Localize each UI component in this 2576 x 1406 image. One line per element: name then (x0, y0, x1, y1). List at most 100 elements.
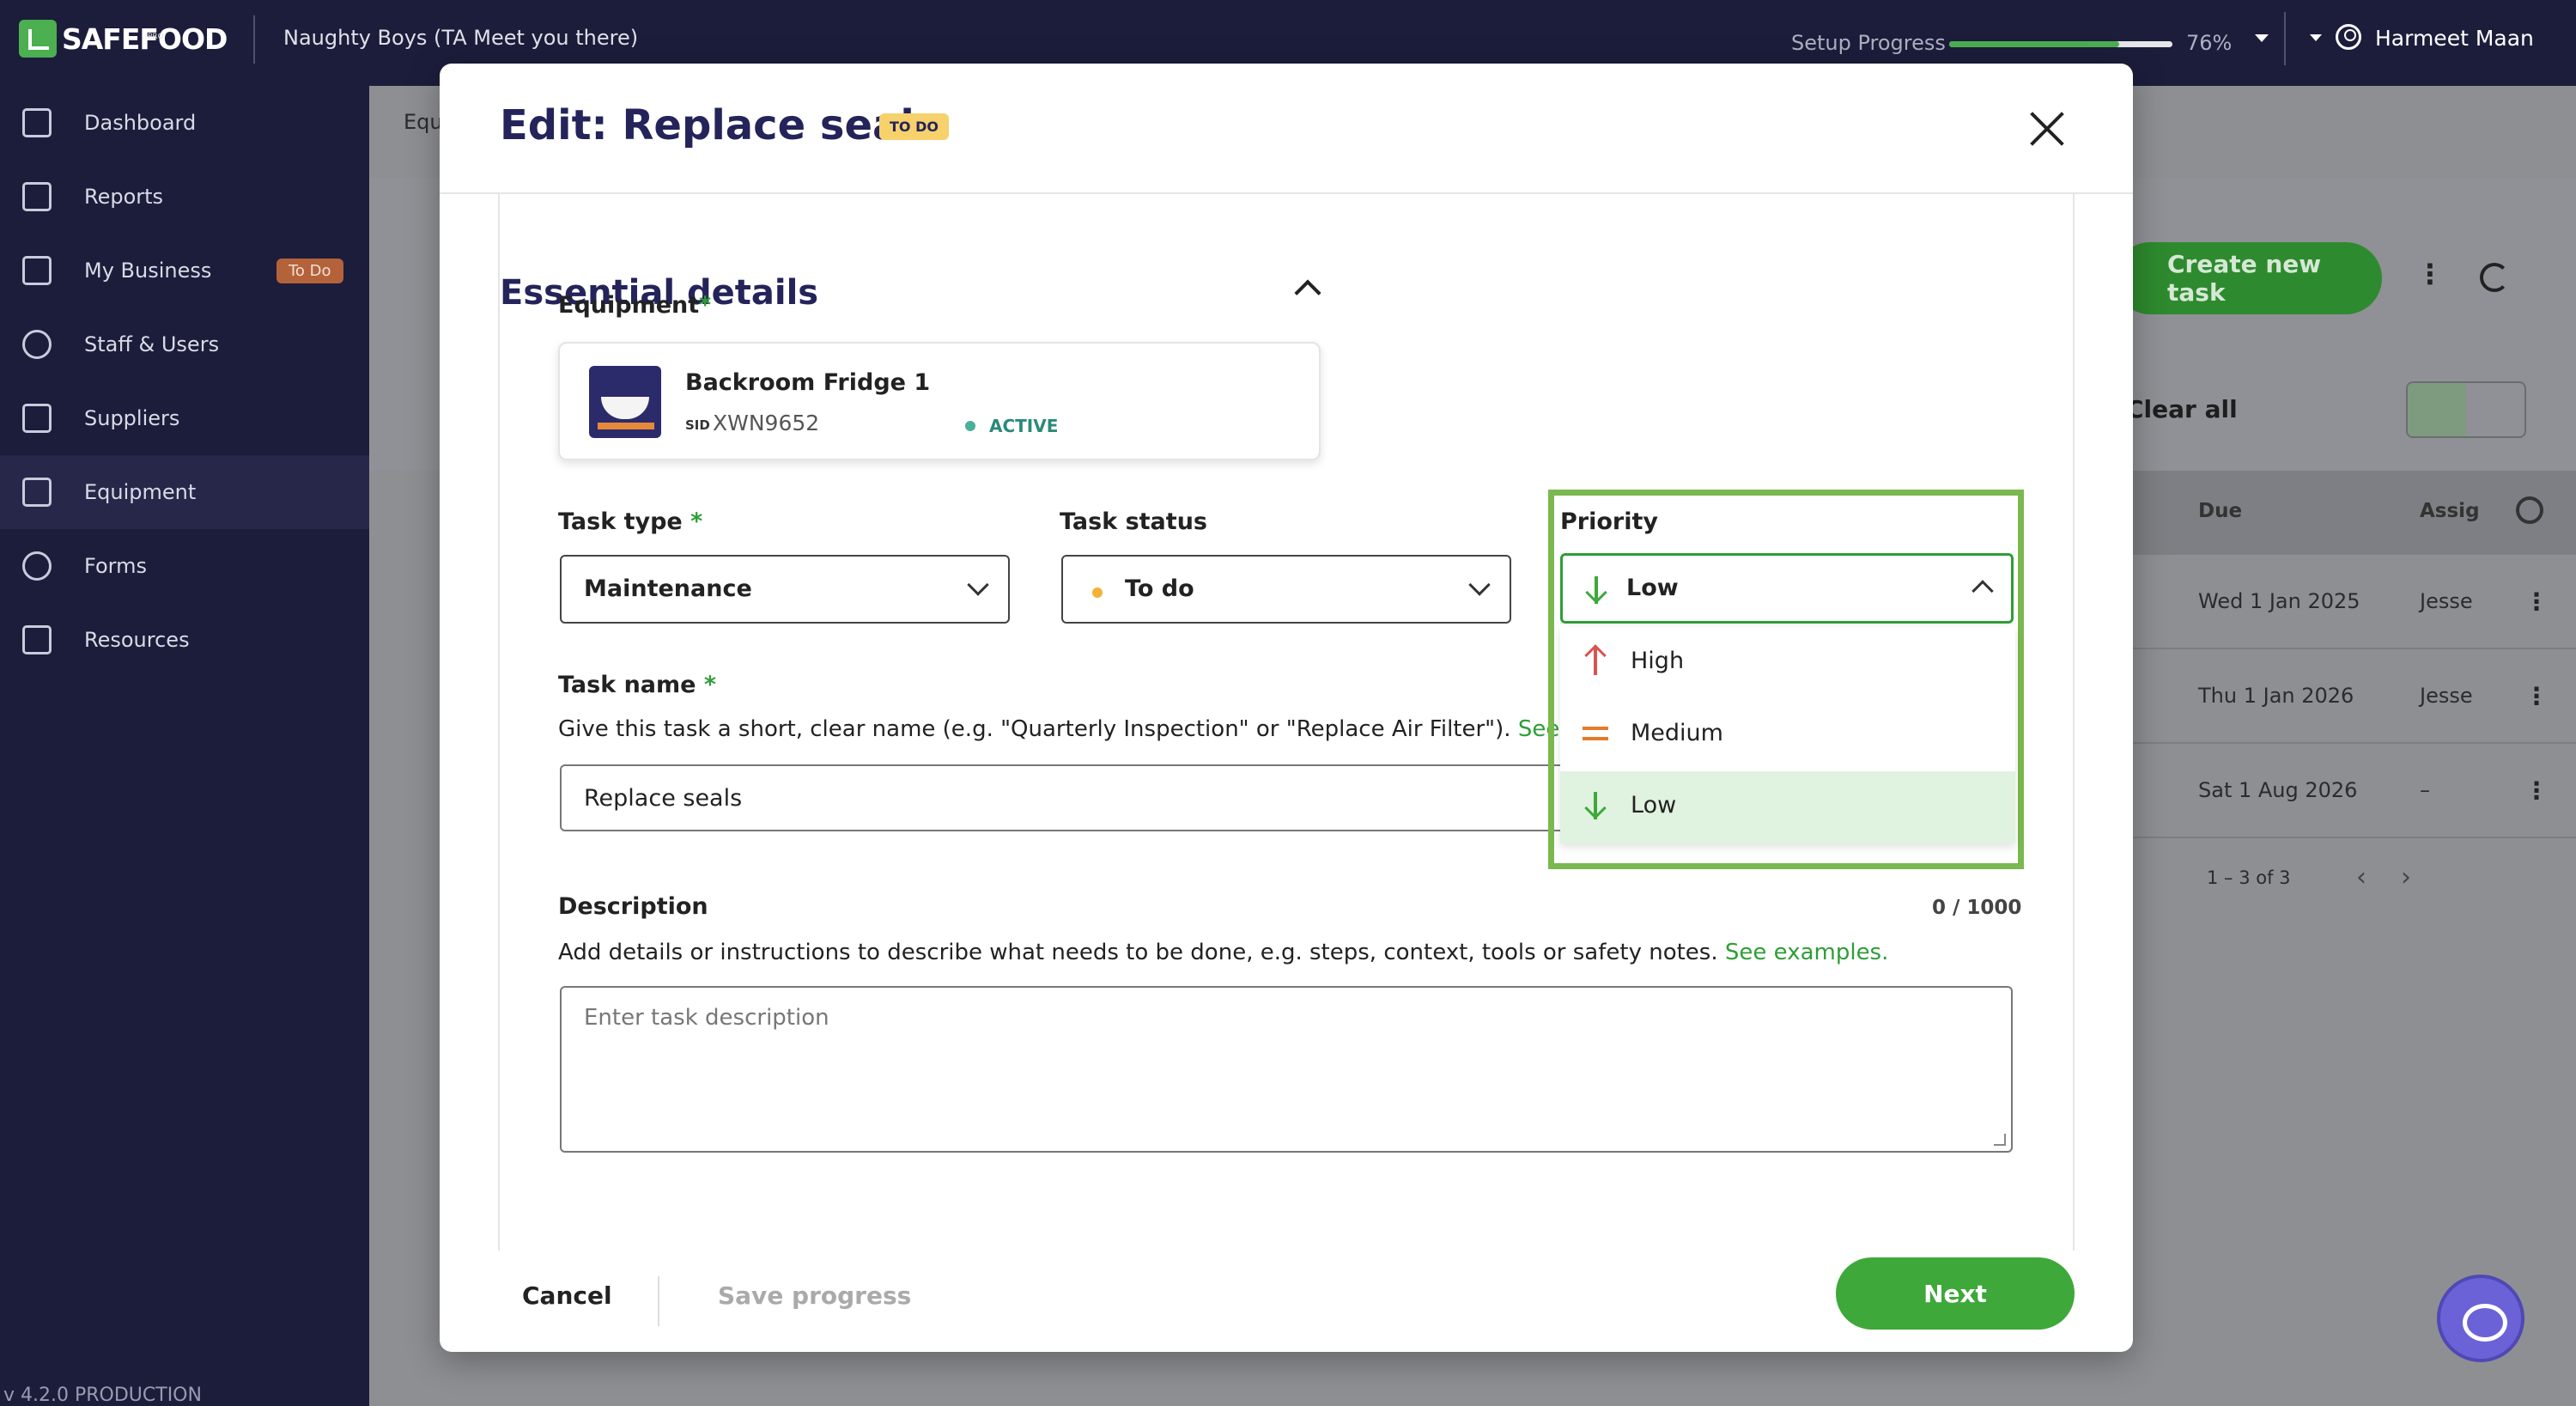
list-view-icon[interactable] (2408, 383, 2466, 436)
description-placeholder: Enter task description (584, 1005, 829, 1031)
view-toggle[interactable] (2406, 381, 2526, 438)
modal-footer: Cancel Save progress Next (440, 1251, 2133, 1352)
refresh-icon[interactable] (2480, 263, 2509, 292)
truck-icon (22, 404, 52, 433)
check-circle-icon (22, 551, 52, 581)
create-task-button[interactable]: Create new task (2114, 242, 2382, 314)
task-type-select[interactable]: Maintenance (560, 555, 1010, 624)
gear-icon[interactable] (2516, 496, 2543, 524)
divider (658, 1276, 659, 1326)
save-progress-button[interactable]: Save progress (718, 1281, 911, 1310)
sidebar-item-reports[interactable]: Reports (0, 160, 369, 234)
due-date: Sat 1 Aug 2026 (2198, 778, 2358, 802)
task-type-value: Maintenance (584, 575, 752, 602)
setup-progress-label: Setup Progress (1791, 31, 1946, 55)
equipment-icon (22, 478, 52, 507)
setup-dropdown-icon[interactable] (2255, 34, 2269, 42)
due-date: Wed 1 Jan 2025 (2198, 589, 2360, 613)
equipment-thumbnail (589, 366, 661, 438)
clear-all-button[interactable]: Clear all (2126, 395, 2238, 423)
user-dropdown-icon[interactable] (2310, 34, 2322, 41)
arrow-down-icon (1583, 573, 1609, 607)
arrow-down-icon (1583, 788, 1608, 823)
status-dot (965, 421, 975, 431)
task-name-label: Task name * (558, 672, 717, 698)
setup-progress-fill (1949, 41, 2119, 47)
sidebar-item-staff-users[interactable]: Staff & Users (0, 307, 369, 381)
user-account-icon[interactable] (2336, 24, 2361, 50)
task-name-helper: Give this task a short, clear name (e.g.… (558, 716, 1629, 742)
equipment-name: Backroom Fridge 1 (685, 369, 931, 396)
safefood-logo[interactable]: SAFEFOOD (19, 17, 228, 60)
assignee: Jesse (2420, 589, 2473, 613)
priority-label: Priority (1560, 508, 1658, 535)
todo-badge: To Do (276, 258, 343, 283)
chevron-down-icon (1468, 574, 1491, 596)
sidebar-item-label: Forms (84, 554, 147, 578)
sidebar-item-equipment[interactable]: Equipment (0, 455, 369, 529)
help-chat-icon[interactable] (2437, 1275, 2524, 1362)
setup-progress-percent: 76% (2186, 31, 2233, 55)
sidebar-item-label: Reports (84, 185, 164, 209)
sidebar-item-forms[interactable]: Forms (0, 529, 369, 603)
business-name[interactable]: Naughty Boys (TA Meet you there) (283, 26, 638, 50)
sidebar-item-suppliers[interactable]: Suppliers (0, 381, 369, 455)
row-menu-icon[interactable]: ⋮ (2524, 776, 2549, 805)
equipment-card[interactable]: Backroom Fridge 1 SID XWN9652 ACTIVE (558, 342, 1321, 460)
table-row[interactable]: Wed 1 Jan 2025 Jesse ⋮ (2129, 555, 2576, 649)
sidebar-item-label: Suppliers (84, 406, 180, 430)
setup-progress-bar[interactable] (1949, 41, 2172, 47)
compact-view-icon[interactable] (2466, 383, 2524, 436)
copy-icon (22, 625, 52, 654)
logo-icon (19, 20, 57, 58)
see-examples-link[interactable]: See examples. (1725, 940, 1888, 965)
description-label: Description (558, 893, 708, 920)
priority-option-low[interactable]: Low (1560, 771, 2015, 843)
arrow-up-icon (1583, 644, 1608, 679)
table-row[interactable]: Thu 1 Jan 2026 Jesse ⋮ (2129, 649, 2576, 744)
row-menu-icon[interactable]: ⋮ (2524, 682, 2549, 710)
option-label: Low (1631, 792, 1677, 819)
option-label: Medium (1631, 720, 1723, 746)
task-status-value: To do (1125, 575, 1194, 602)
column-header-assignee[interactable]: Assig (2420, 500, 2480, 522)
priority-option-medium[interactable]: Medium (1560, 699, 2015, 771)
priority-option-high[interactable]: High (1560, 627, 2015, 699)
description-textarea[interactable]: Enter task description (560, 986, 2013, 1153)
pagination-arrows-icon[interactable]: ‹› (2356, 862, 2445, 892)
chevron-down-icon (967, 574, 989, 596)
sidebar-item-label: Resources (84, 628, 190, 652)
divider (2284, 12, 2286, 65)
more-options-icon[interactable]: ⋮ (2416, 258, 2444, 290)
sidebar-item-my-business[interactable]: My Business To Do (0, 234, 369, 307)
status-dot (1092, 587, 1103, 598)
sidebar: Dashboard Reports My Business To Do Staf… (0, 86, 369, 1406)
next-button[interactable]: Next (1836, 1257, 2075, 1330)
sidebar-item-resources[interactable]: Resources (0, 603, 369, 677)
dashboard-icon (22, 108, 52, 137)
user-name[interactable]: Harmeet Maan (2375, 26, 2534, 51)
face-icon (22, 330, 52, 359)
status-badge: TO DO (879, 113, 949, 140)
equipment-label: Equipment* (558, 292, 712, 319)
modal-header: Edit: Replace seals TO DO (440, 64, 2133, 194)
divider (253, 15, 255, 64)
resize-handle-icon[interactable] (1994, 1134, 2006, 1146)
close-icon[interactable] (2028, 110, 2066, 148)
logo-text: SAFEFOOD (62, 21, 228, 56)
priority-select[interactable]: Low (1560, 553, 2014, 624)
sid-label: SID (685, 417, 710, 433)
version-label: v 4.2.0 PRODUCTION (3, 1385, 202, 1406)
cancel-button[interactable]: Cancel (522, 1281, 612, 1310)
sidebar-item-dashboard[interactable]: Dashboard (0, 86, 369, 160)
sidebar-item-label: Staff & Users (84, 332, 220, 356)
equals-icon (1583, 725, 1608, 744)
row-menu-icon[interactable]: ⋮ (2524, 587, 2549, 616)
store-icon (22, 256, 52, 285)
column-header-due[interactable]: Due (2198, 500, 2242, 522)
priority-value: Low (1626, 575, 1679, 601)
task-status-select[interactable]: To do (1061, 555, 1511, 624)
character-counter: 0 / 1000 (1932, 897, 2022, 919)
table-row[interactable]: Sat 1 Aug 2026 – ⋮ (2129, 744, 2576, 838)
sidebar-item-label: Equipment (84, 480, 197, 504)
